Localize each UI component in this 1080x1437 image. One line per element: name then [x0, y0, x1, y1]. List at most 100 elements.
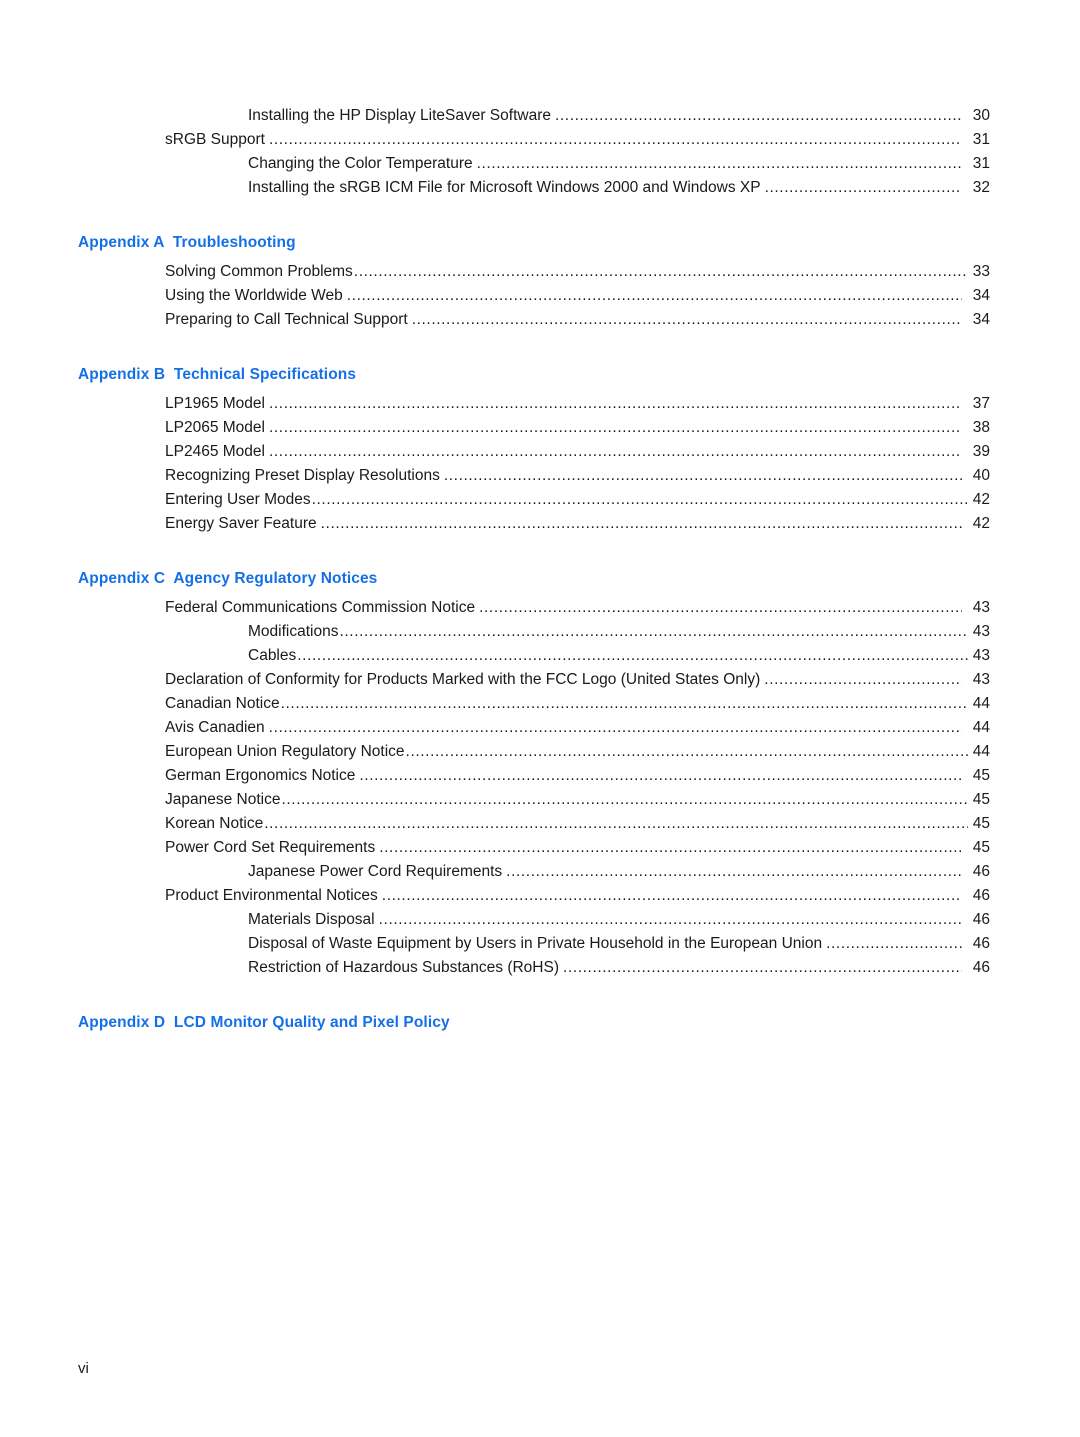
- toc-entry-title: Preparing to Call Technical Support: [165, 311, 408, 328]
- toc-entry-title: Federal Communications Commission Notice: [165, 599, 476, 616]
- dot-leader: [269, 416, 962, 440]
- toc-entry-page-number: 32: [972, 179, 990, 196]
- dot-leader: [297, 644, 968, 668]
- toc-entry-title: Canadian Notice: [165, 695, 280, 712]
- toc-entry-title: Restriction of Hazardous Substances (RoH…: [248, 959, 559, 976]
- toc-entry-page-number: 45: [972, 767, 990, 784]
- toc-entry-title: European Union Regulatory Notice: [165, 743, 405, 760]
- toc-entry[interactable]: European Union Regulatory Notice 44: [0, 740, 1080, 764]
- toc-entry[interactable]: Restriction of Hazardous Substances (RoH…: [0, 956, 1080, 980]
- toc-entry[interactable]: Recognizing Preset Display Resolutions 40: [0, 464, 1080, 488]
- toc-section: Appendix D LCD Monitor Quality and Pixel…: [0, 1011, 1080, 1035]
- toc-entry[interactable]: Changing the Color Temperature 31: [0, 152, 1080, 176]
- toc-section: Appendix C Agency Regulatory Notices Fede…: [0, 567, 1080, 980]
- toc-entry-title: LP2465 Model: [165, 443, 265, 460]
- toc-entry-page-number: 43: [972, 647, 990, 664]
- toc-entry-title: Disposal of Waste Equipment by Users in …: [248, 935, 823, 952]
- toc-entry-title: sRGB Support: [165, 131, 265, 148]
- toc-entry-page-number: 46: [972, 887, 990, 904]
- toc-section: Appendix A Troubleshooting Solving Common…: [0, 231, 1080, 332]
- table-of-contents: Installing the HP Display LiteSaver Soft…: [0, 104, 1080, 1035]
- toc-entry-title: Materials Disposal: [248, 911, 375, 928]
- toc-entry-title: Modifications: [248, 623, 339, 640]
- toc-entry-title: LP1965 Model: [165, 395, 265, 412]
- toc-section: Appendix B Technical Specifications LP196…: [0, 363, 1080, 536]
- dot-leader: [406, 740, 968, 764]
- dot-leader: [281, 692, 968, 716]
- toc-entry[interactable]: Modifications 43: [0, 620, 1080, 644]
- toc-entry[interactable]: sRGB Support 31: [0, 128, 1080, 152]
- dot-leader: [269, 392, 962, 416]
- toc-entry-title: Installing the sRGB ICM File for Microso…: [248, 179, 761, 196]
- toc-entry[interactable]: LP1965 Model 37: [0, 392, 1080, 416]
- toc-entry[interactable]: Power Cord Set Requirements 45: [0, 836, 1080, 860]
- toc-entry-page-number: 31: [972, 155, 990, 172]
- dot-leader: [412, 308, 962, 332]
- dot-leader: [379, 836, 962, 860]
- toc-entry[interactable]: Preparing to Call Technical Support 34: [0, 308, 1080, 332]
- toc-entry-page-number: 43: [972, 671, 990, 688]
- toc-entry[interactable]: Japanese Notice 45: [0, 788, 1080, 812]
- toc-entry-title: Product Environmental Notices: [165, 887, 378, 904]
- toc-entry-page-number: 37: [972, 395, 990, 412]
- dot-leader: [321, 512, 962, 536]
- toc-entry-page-number: 46: [972, 911, 990, 928]
- toc-entry-page-number: 44: [972, 743, 990, 760]
- toc-entry-page-number: 44: [972, 695, 990, 712]
- toc-entry-title: Entering User Modes: [165, 491, 311, 508]
- toc-entry-page-number: 43: [972, 599, 990, 616]
- toc-entry[interactable]: Installing the HP Display LiteSaver Soft…: [0, 104, 1080, 128]
- dot-leader: [506, 860, 962, 884]
- toc-page: Installing the HP Display LiteSaver Soft…: [0, 0, 1080, 1437]
- toc-entry[interactable]: Materials Disposal 46: [0, 908, 1080, 932]
- toc-entry[interactable]: Disposal of Waste Equipment by Users in …: [0, 932, 1080, 956]
- toc-section-heading[interactable]: Appendix D LCD Monitor Quality and Pixel…: [78, 1011, 1080, 1035]
- toc-entry[interactable]: LP2465 Model 39: [0, 440, 1080, 464]
- toc-entry[interactable]: Federal Communications Commission Notice…: [0, 596, 1080, 620]
- toc-entry[interactable]: Japanese Power Cord Requirements 46: [0, 860, 1080, 884]
- toc-entry[interactable]: Declaration of Conformity for Products M…: [0, 668, 1080, 692]
- toc-entry-title: Japanese Notice: [165, 791, 281, 808]
- toc-entry-page-number: 46: [972, 959, 990, 976]
- toc-entry-page-number: 45: [972, 791, 990, 808]
- toc-section-heading[interactable]: Appendix A Troubleshooting: [78, 231, 1080, 255]
- toc-entry[interactable]: Installing the sRGB ICM File for Microso…: [0, 176, 1080, 200]
- toc-entry[interactable]: Avis Canadien 44: [0, 716, 1080, 740]
- toc-entry-title: Changing the Color Temperature: [248, 155, 473, 172]
- toc-entry-page-number: 33: [972, 263, 990, 280]
- toc-entry-title: Korean Notice: [165, 815, 264, 832]
- toc-entry[interactable]: Product Environmental Notices 46: [0, 884, 1080, 908]
- toc-entry-page-number: 45: [972, 815, 990, 832]
- toc-entry[interactable]: Solving Common Problems 33: [0, 260, 1080, 284]
- toc-section: Installing the HP Display LiteSaver Soft…: [0, 104, 1080, 200]
- toc-entry-page-number: 46: [972, 863, 990, 880]
- toc-entry-title: Solving Common Problems: [165, 263, 353, 280]
- toc-entry-page-number: 31: [972, 131, 990, 148]
- toc-entry-list: Installing the HP Display LiteSaver Soft…: [0, 104, 1080, 200]
- toc-entry-list: LP1965 Model 37 LP2065 Model 38 LP2465 Model…: [0, 392, 1080, 536]
- toc-entry-page-number: 45: [972, 839, 990, 856]
- toc-entry[interactable]: Using the Worldwide Web 34: [0, 284, 1080, 308]
- toc-entry-title: Cables: [248, 647, 297, 664]
- toc-section-heading[interactable]: Appendix B Technical Specifications: [78, 363, 1080, 387]
- dot-leader: [382, 884, 962, 908]
- toc-entry-title: Recognizing Preset Display Resolutions: [165, 467, 440, 484]
- toc-entry[interactable]: Canadian Notice 44: [0, 692, 1080, 716]
- toc-entry-title: LP2065 Model: [165, 419, 265, 436]
- dot-leader: [479, 596, 962, 620]
- page-number-footer: vi: [78, 1360, 89, 1377]
- toc-entry-title: German Ergonomics Notice: [165, 767, 356, 784]
- dot-leader: [354, 260, 968, 284]
- toc-entry-title: Declaration of Conformity for Products M…: [165, 671, 761, 688]
- dot-leader: [563, 956, 962, 980]
- toc-entry[interactable]: Cables 43: [0, 644, 1080, 668]
- dot-leader: [264, 812, 968, 836]
- toc-entry[interactable]: Korean Notice 45: [0, 812, 1080, 836]
- toc-entry[interactable]: Entering User Modes 42: [0, 488, 1080, 512]
- toc-entry[interactable]: LP2065 Model 38: [0, 416, 1080, 440]
- toc-entry[interactable]: German Ergonomics Notice 45: [0, 764, 1080, 788]
- toc-entry[interactable]: Energy Saver Feature 42: [0, 512, 1080, 536]
- toc-section-heading[interactable]: Appendix C Agency Regulatory Notices: [78, 567, 1080, 591]
- dot-leader: [347, 284, 962, 308]
- toc-entry-title: Power Cord Set Requirements: [165, 839, 376, 856]
